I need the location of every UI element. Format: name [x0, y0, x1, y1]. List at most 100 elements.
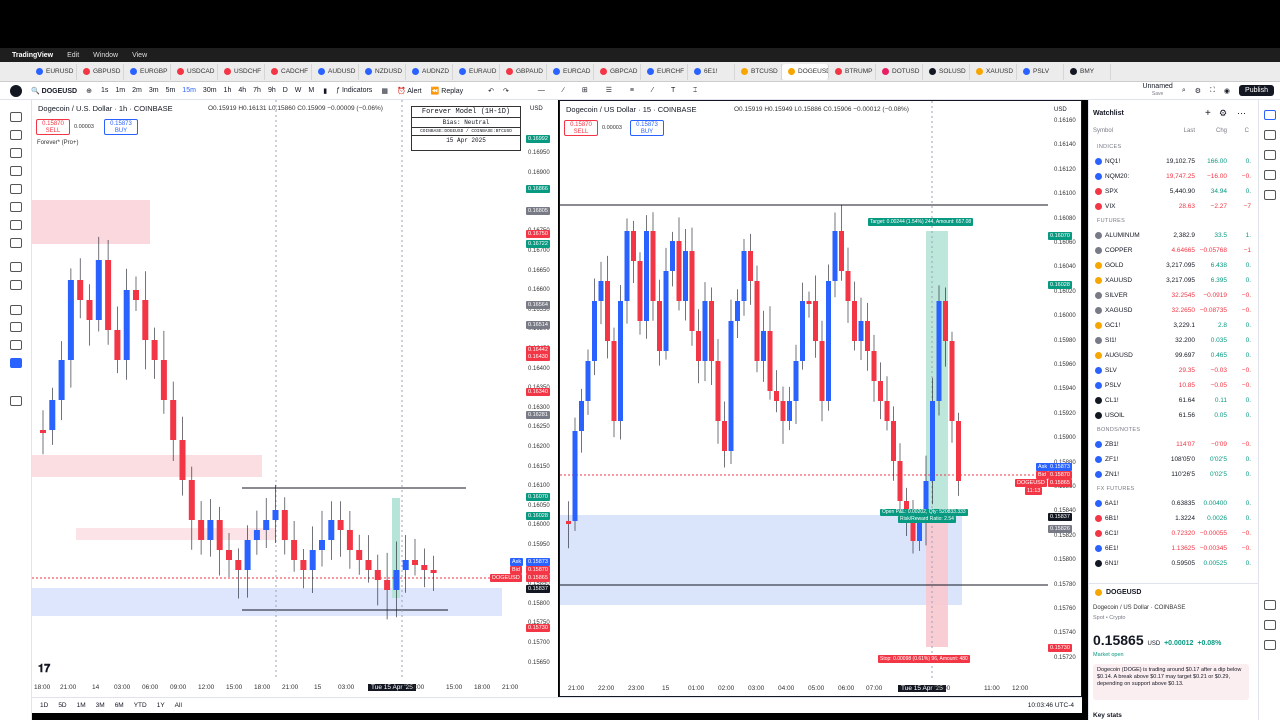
- chart-15m-canvas[interactable]: [560, 101, 1081, 696]
- interval-15m[interactable]: 15m: [182, 87, 196, 94]
- trash-icon[interactable]: [10, 396, 22, 406]
- symbol-tab[interactable]: BTCUSD: [735, 63, 782, 80]
- watchlist-title[interactable]: Watchlist: [1093, 110, 1124, 117]
- range-1M[interactable]: 1M: [77, 702, 86, 709]
- header-pct[interactable]: C: [1227, 128, 1249, 134]
- range-All[interactable]: All: [175, 702, 182, 709]
- symbol-tab[interactable]: EURCHF: [641, 63, 688, 80]
- range-5D[interactable]: 5D: [58, 702, 66, 709]
- interval-30m[interactable]: 30m: [203, 87, 217, 94]
- symbol-tab[interactable]: EURUSD: [30, 63, 77, 80]
- sell-button-15m[interactable]: 0.15870 SELL: [564, 120, 598, 136]
- symbol-tab[interactable]: USDCHF: [218, 63, 265, 80]
- symbol-tab[interactable]: BMY: [1064, 63, 1111, 80]
- indicator-legend[interactable]: Forever* (Pro+): [37, 140, 79, 146]
- symbol-tab[interactable]: EURCAD: [547, 63, 594, 80]
- symbol-tab[interactable]: AUDUSD: [312, 63, 359, 80]
- watchlist-row[interactable]: GOLD 3,217.095 6.438 0.: [1095, 258, 1251, 272]
- watchlist-settings-icon[interactable]: ⚙: [1219, 108, 1227, 119]
- watchlist-row[interactable]: VIX 28.63 −2.27 −7: [1095, 199, 1251, 213]
- alert-button[interactable]: ⏰ Alert: [397, 87, 422, 95]
- news-snippet[interactable]: Dogecoin (DOGE) is trading around $0.17 …: [1093, 664, 1249, 700]
- buy-button[interactable]: 0.15873 BUY: [104, 119, 138, 135]
- symbol-tab[interactable]: USDCAD: [171, 63, 218, 80]
- app-name[interactable]: TradingView: [12, 52, 53, 59]
- range-1D[interactable]: 1D: [40, 702, 48, 709]
- header-chg[interactable]: Chg: [1195, 128, 1227, 134]
- watchlist-more-icon[interactable]: ⋯: [1237, 108, 1246, 119]
- undo-icon[interactable]: ↶: [488, 87, 494, 95]
- chart-1h-canvas[interactable]: [32, 100, 558, 697]
- watchlist-section[interactable]: BONDS/NOTES: [1097, 427, 1140, 433]
- symbol-tab[interactable]: NZDUSD: [359, 63, 406, 80]
- interval-3m[interactable]: 3m: [149, 87, 159, 94]
- text-icon[interactable]: [10, 220, 22, 230]
- candle-type-icon[interactable]: ▮: [323, 87, 327, 95]
- settings-icon[interactable]: ⚙: [1195, 87, 1201, 95]
- watchlist-row[interactable]: CL1! 61.64 0.11 0.: [1095, 393, 1251, 407]
- camera-icon[interactable]: ◉: [1224, 87, 1230, 95]
- header-last[interactable]: Last: [1157, 128, 1195, 134]
- watchlist-row[interactable]: PSLV 10.85 −0.05 −0.: [1095, 378, 1251, 392]
- symbol-tab[interactable]: GBPUSD: [77, 63, 124, 80]
- symbol-tab[interactable]: DOTUSD: [876, 63, 923, 80]
- interval-1m[interactable]: 1m: [115, 87, 125, 94]
- symbol-tab[interactable]: 6E1!: [688, 63, 735, 80]
- watchlist-row[interactable]: XAGUSD 32.2650 −0.08735 −0.: [1095, 303, 1251, 317]
- watchlist-row[interactable]: ALUMINUM 2,382.9 33.5 1.: [1095, 228, 1251, 242]
- order-qty-15m[interactable]: 0.00003: [602, 125, 622, 131]
- redo-icon[interactable]: ↷: [503, 87, 509, 95]
- chart-pane-15m[interactable]: Dogecoin / US Dollar · 15 · COINBASE O0.…: [559, 100, 1082, 697]
- watchlist-section[interactable]: FX FUTURES: [1097, 486, 1135, 492]
- eye-icon[interactable]: [10, 340, 22, 350]
- publish-button[interactable]: Publish: [1239, 85, 1274, 96]
- trendline-icon[interactable]: [10, 130, 22, 140]
- interval-7h[interactable]: 7h: [253, 87, 261, 94]
- interval-5m[interactable]: 5m: [166, 87, 176, 94]
- chart-pane-1h[interactable]: Dogecoin / U.S. Dollar · 1h · COINBASE O…: [32, 100, 558, 697]
- watchlist-row[interactable]: COPPER 4.64665 −0.05768 −1: [1095, 243, 1251, 257]
- watchlist-row[interactable]: SI1! 32.200 0.035 0.: [1095, 333, 1251, 347]
- menu-window[interactable]: Window: [93, 52, 118, 59]
- tradingview-logo[interactable]: [10, 84, 22, 97]
- help-icon[interactable]: [1264, 640, 1276, 650]
- watchlist-row[interactable]: GC1! 3,229.1 2.8 0.: [1095, 318, 1251, 332]
- watchlist-row[interactable]: SILVER 32.2545 −0.0919 −0.: [1095, 288, 1251, 302]
- watchlist-row[interactable]: NQ1! 19,102.75 166.00 0.: [1095, 154, 1251, 168]
- hotlist-icon[interactable]: [1264, 170, 1276, 180]
- pattern-icon[interactable]: [10, 166, 22, 176]
- menu-view[interactable]: View: [132, 52, 147, 59]
- emoji-icon[interactable]: [10, 238, 22, 248]
- range-3M[interactable]: 3M: [96, 702, 105, 709]
- order-qty[interactable]: 0.00003: [74, 124, 94, 130]
- symbol-tab[interactable]: XAUUSD: [970, 63, 1017, 80]
- buy-button-15m[interactable]: 0.15873 BUY: [630, 120, 664, 136]
- add-symbol-watchlist-icon[interactable]: +: [1205, 108, 1211, 119]
- symbol-search[interactable]: 🔍 DOGEUSD: [31, 87, 77, 95]
- watchlist-row[interactable]: ZB1! 114'07 −0'09 −0.: [1095, 437, 1251, 451]
- detail-symbol[interactable]: DOGEUSD: [1095, 589, 1141, 596]
- replay-button[interactable]: ⏪ Replay: [431, 87, 463, 95]
- clock[interactable]: 10:03:46 UTC-4: [1028, 702, 1074, 709]
- key-stats-heading[interactable]: Key stats: [1093, 712, 1122, 719]
- symbol-tab[interactable]: EURAUD: [453, 63, 500, 80]
- chat-icon[interactable]: [1264, 620, 1276, 630]
- menu-edit[interactable]: Edit: [67, 52, 79, 59]
- watchlist-row[interactable]: ZN1! 110'26'5 0'02'5 0.: [1095, 467, 1251, 481]
- interval-1s[interactable]: 1s: [101, 87, 108, 94]
- range-1Y[interactable]: 1Y: [157, 702, 165, 709]
- cursor-icon[interactable]: [10, 112, 22, 122]
- interval-9h[interactable]: 9h: [268, 87, 276, 94]
- watchlist-row[interactable]: SPX 5,440.90 34.94 0.: [1095, 184, 1251, 198]
- magnet-icon[interactable]: [10, 305, 22, 315]
- watchlist-row[interactable]: 6B1! 1.3224 0.0026 0.: [1095, 511, 1251, 525]
- range-YTD[interactable]: YTD: [134, 702, 147, 709]
- symbol-tab[interactable]: GBPCAD: [594, 63, 641, 80]
- watchlist-icon[interactable]: [1264, 110, 1276, 120]
- zoom-icon[interactable]: [10, 280, 22, 290]
- calendar-icon[interactable]: [1264, 190, 1276, 200]
- range-6M[interactable]: 6M: [115, 702, 124, 709]
- header-symbol[interactable]: Symbol: [1093, 128, 1157, 134]
- watchlist-row[interactable]: 6E1! 1.13625 −0.00345 −0.: [1095, 541, 1251, 555]
- symbol-tab[interactable]: EURGBP: [124, 63, 171, 80]
